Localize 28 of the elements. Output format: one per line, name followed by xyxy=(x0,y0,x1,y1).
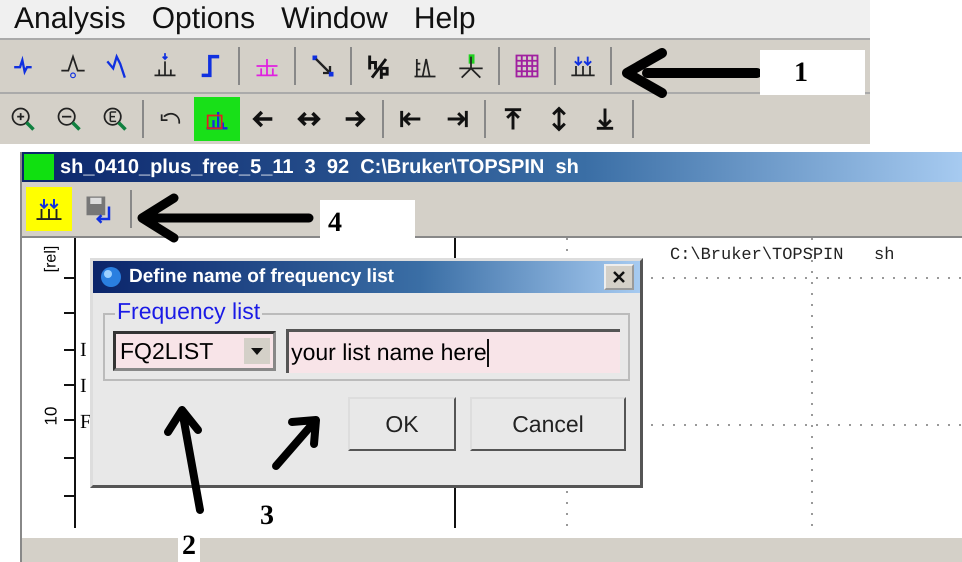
plot-text: F xyxy=(80,410,92,434)
tick-label: 10 xyxy=(41,406,62,426)
highlighted-peak-icon xyxy=(457,52,485,80)
close-icon xyxy=(612,270,626,284)
window-title: sh_0410_plus_free_5_11 3 92 C:\Bruker\TOPSPIN sh xyxy=(60,156,579,178)
menu-item[interactable]: Window xyxy=(281,2,388,36)
plot-header: C:\Bruker\TOPSPIN sh xyxy=(670,246,894,265)
menu-item[interactable]: Help xyxy=(414,2,476,36)
zoom-out-icon xyxy=(55,105,83,133)
plot-text: I xyxy=(80,338,88,362)
grid-icon xyxy=(513,52,541,80)
zoom-icon xyxy=(101,105,129,133)
dialog-title: Define name of frequency list xyxy=(129,266,396,288)
dialog-button[interactable]: OK xyxy=(348,397,456,451)
globe-icon xyxy=(99,265,123,289)
plot-text: I xyxy=(80,374,88,398)
list-type-dropdown[interactable]: FQ2LIST xyxy=(113,331,276,371)
input-field[interactable]: your list name here xyxy=(286,329,620,373)
toolbar-button[interactable] xyxy=(26,187,72,231)
menu-item[interactable]: Options xyxy=(152,2,256,36)
zoom-in-icon xyxy=(9,105,37,133)
status-square xyxy=(24,154,54,180)
menu-item[interactable]: Analysis xyxy=(14,2,126,36)
dialog-button[interactable]: Cancel xyxy=(470,397,626,451)
annotation-number: 1 xyxy=(760,50,865,95)
peak-icon xyxy=(59,52,87,80)
axis-label: [rel] xyxy=(42,246,60,272)
close-button[interactable] xyxy=(604,264,634,290)
